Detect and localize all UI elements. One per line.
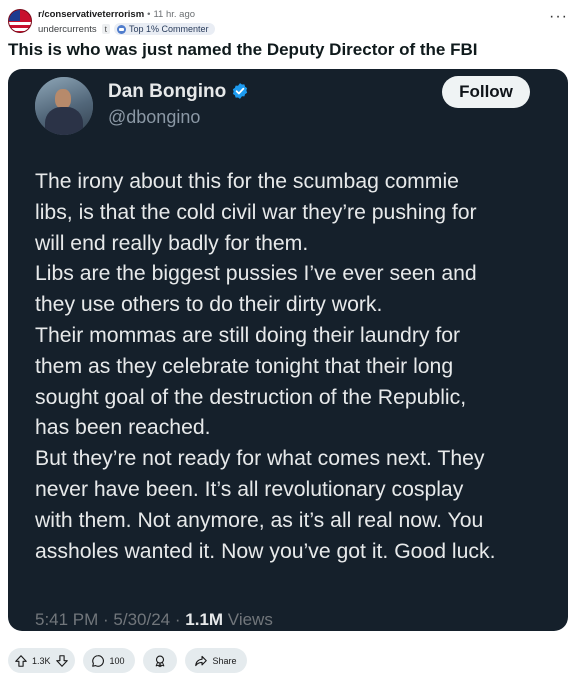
- follow-button: Follow: [442, 76, 530, 108]
- tweet-avatar: [35, 77, 93, 135]
- tweet-line: The irony about this for the scumbag com…: [35, 170, 459, 193]
- award-button[interactable]: [142, 648, 177, 673]
- share-icon: [194, 655, 207, 666]
- flag-stripe: [9, 28, 31, 31]
- flag-stripe: [9, 22, 31, 25]
- tweet-text: The irony about this for the scumbag com…: [35, 167, 555, 567]
- share-button[interactable]: Share: [184, 648, 247, 673]
- tweet-date: 5/30/24: [113, 610, 171, 629]
- comment-icon: [91, 654, 104, 667]
- upvote-icon[interactable]: [14, 654, 28, 668]
- tweet-views-label: Views: [227, 610, 273, 629]
- vote-pill: 1.3K: [8, 648, 75, 673]
- post-meta-top: r/conservativeterrorism • 11 hr. ago: [38, 9, 195, 20]
- post-meta-bottom: undercurrents t Top 1% Commenter: [38, 23, 215, 35]
- author-flair: t: [101, 24, 110, 34]
- post-title[interactable]: This is who was just named the Deputy Di…: [8, 40, 477, 60]
- more-horizontal-icon[interactable]: ···: [549, 9, 568, 25]
- tweet-time: 5:41 PM: [35, 610, 99, 629]
- share-arrow: [194, 655, 207, 666]
- tweet-line: with them. Not anymore, as it’s all real…: [35, 508, 484, 532]
- post-actions: 1.3K 100 Share: [8, 648, 255, 673]
- tweet-line: sought goal of the destruction of the Re…: [35, 385, 467, 409]
- tweet-line: will end really badly for them.: [35, 231, 309, 255]
- tweet-line: never have been. It’s all revolutionary …: [35, 477, 464, 501]
- award-medal: [155, 655, 164, 664]
- verified-badge-icon: [232, 83, 248, 99]
- tweet-meta: 5:41 PM · 5/30/24 · 1.1M Views: [35, 610, 273, 630]
- award-icon: [155, 655, 164, 667]
- tweet-handle: @dbongino: [108, 107, 201, 127]
- tweet-screenshot[interactable]: Dan Bongino @dbongino Follow The irony a…: [8, 69, 568, 631]
- avatar-head: [55, 89, 71, 109]
- commenter-badge-icon: [117, 24, 126, 34]
- tweet-line: But they’re not ready for what comes nex…: [35, 447, 485, 471]
- upvote-count: 1.3K: [32, 655, 51, 666]
- tweet-line: libs, is that the cold civil war they’re…: [35, 200, 477, 224]
- post-header: r/conservativeterrorism • 11 hr. ago under…: [8, 6, 570, 38]
- tweet-views-count: 1.1M: [185, 610, 224, 629]
- tweet-line: they use others to do their dirty work.: [35, 293, 383, 317]
- tweet-line: assholes wanted it. Now you’ve got it. G…: [35, 539, 496, 563]
- share-label: Share: [212, 655, 237, 666]
- post-time: 11 hr. ago: [153, 9, 196, 20]
- comment-count: 100: [109, 655, 125, 666]
- subreddit-avatar[interactable]: [8, 9, 32, 33]
- downvote-icon[interactable]: [55, 654, 69, 668]
- flag-canton: [9, 10, 20, 21]
- upvote-arrow: [15, 654, 27, 667]
- downvote-arrow: [55, 654, 68, 667]
- tweet-line: Their mommas are still doing their laund…: [35, 323, 461, 347]
- tweet-display-name: Dan Bongino: [108, 81, 227, 102]
- top-commenter-badge: Top 1% Commenter: [114, 23, 215, 35]
- tweet-line: has been reached.: [35, 416, 211, 440]
- tweet-meta-separator: ·: [98, 610, 114, 629]
- subreddit-link[interactable]: r/conservativeterrorism: [38, 9, 144, 20]
- tweet-line: them as they celebrate tonight that thei…: [35, 354, 454, 378]
- author-link[interactable]: undercurrents: [38, 24, 97, 35]
- commenter-badge-label: Top 1% Commenter: [129, 24, 209, 34]
- avatar-body: [45, 107, 83, 135]
- comment-bubble: [91, 654, 104, 667]
- meta-separator: •: [147, 9, 151, 20]
- comments-button[interactable]: 100: [82, 648, 135, 673]
- tweet-line: Libs are the biggest pussies I’ve ever s…: [35, 262, 477, 286]
- tweet-meta-separator: ·: [170, 610, 186, 629]
